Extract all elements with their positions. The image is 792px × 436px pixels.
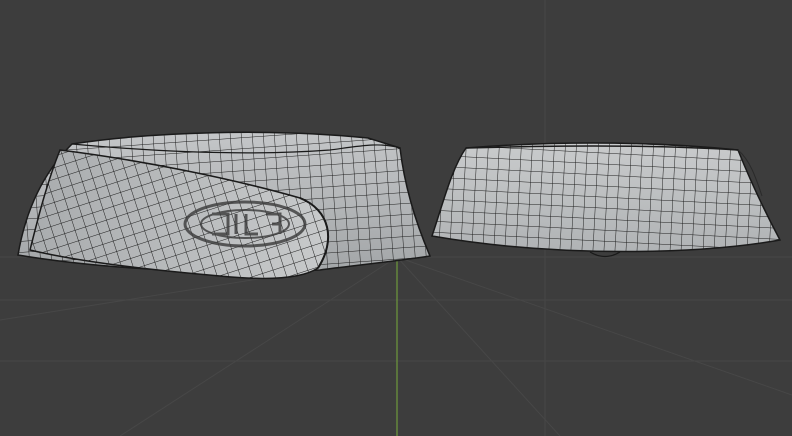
plain-band-mesh[interactable] [420,130,790,270]
3d-viewport[interactable] [0,0,792,436]
wrapped-band-mesh[interactable] [0,120,440,290]
viewport-canvas[interactable] [0,0,792,436]
